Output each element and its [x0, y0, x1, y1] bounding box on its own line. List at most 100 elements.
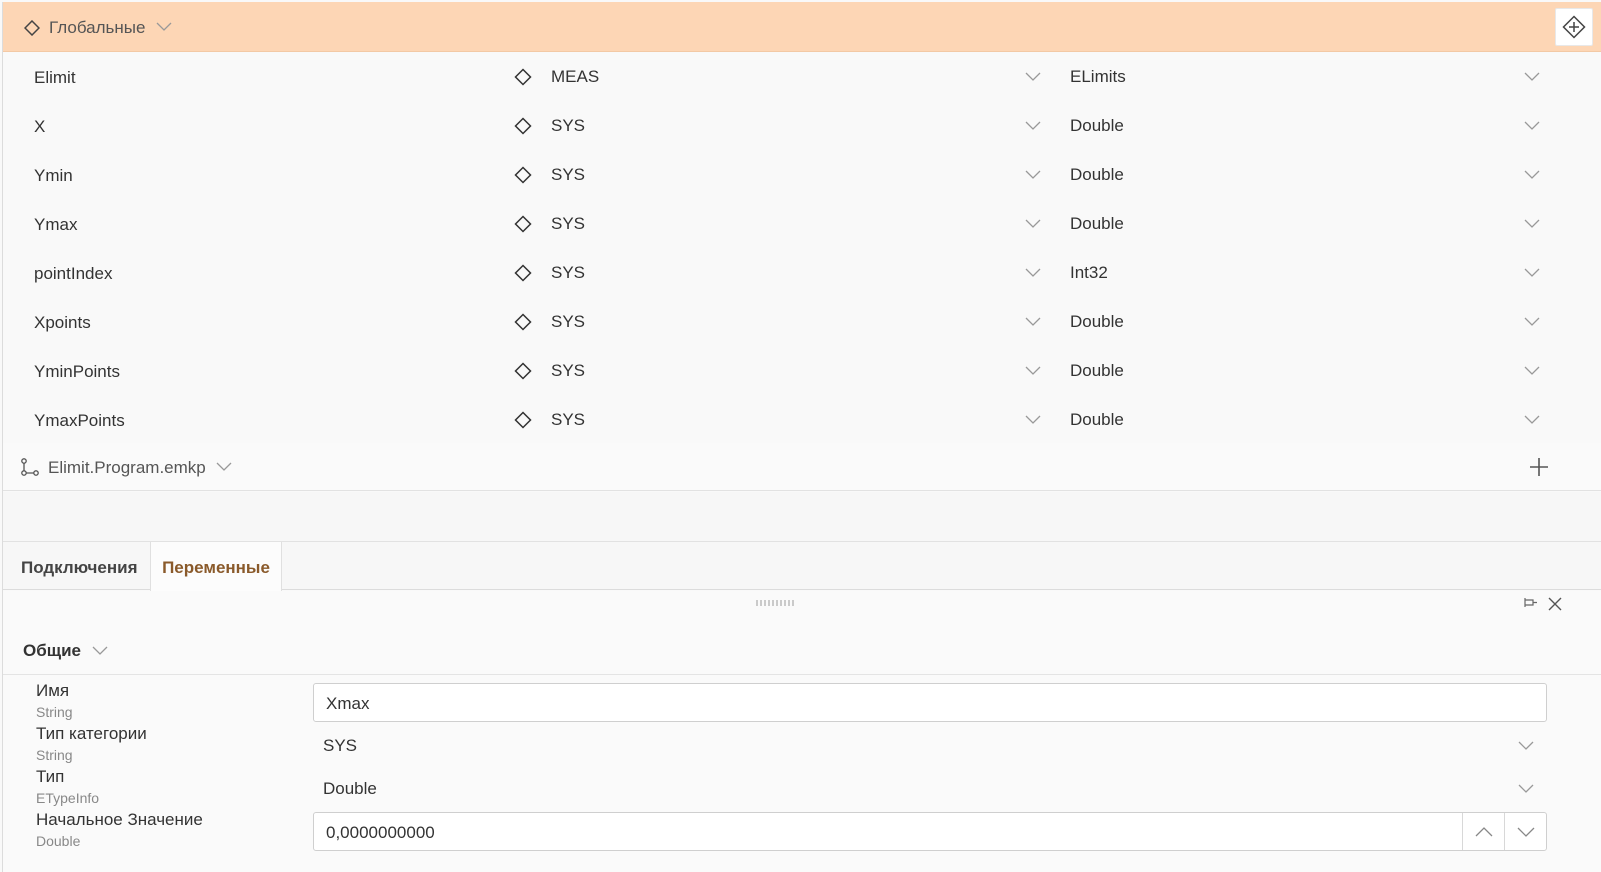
- variable-type-select[interactable]: Double: [1070, 116, 1124, 136]
- variable-type-select[interactable]: Double: [1070, 312, 1124, 332]
- chevron-down-icon[interactable]: [1025, 415, 1041, 425]
- chevron-down-icon[interactable]: [1025, 219, 1041, 229]
- variable-row[interactable]: YminPoints SYS Double: [3, 347, 1601, 396]
- variable-type-select[interactable]: Double: [1070, 214, 1124, 234]
- properties-panel: Общие Имя String Xmax Тип категории Stri…: [3, 591, 1601, 872]
- diamond-icon: [514, 411, 532, 429]
- variable-name[interactable]: pointIndex: [34, 264, 112, 284]
- chevron-down-icon[interactable]: [1524, 366, 1540, 376]
- variable-scope-select[interactable]: SYS: [551, 165, 585, 185]
- diamond-icon: [514, 117, 532, 135]
- variable-scope-select[interactable]: SYS: [551, 361, 585, 381]
- diamond-icon: [514, 215, 532, 233]
- program-name: Elimit.Program.emkp: [48, 458, 206, 477]
- variable-type-select[interactable]: Int32: [1070, 263, 1108, 283]
- chevron-down-icon[interactable]: [156, 22, 172, 32]
- variables-editor: Глобальные Elimit MEAS ELimits X SYS Double Ym…: [2, 2, 1601, 872]
- variable-row[interactable]: pointIndex SYS Int32: [3, 249, 1601, 298]
- chevron-down-icon[interactable]: [1518, 741, 1534, 751]
- variable-name[interactable]: X: [34, 117, 45, 137]
- chevron-down-icon[interactable]: [1025, 366, 1041, 376]
- tab-variables[interactable]: Переменные: [150, 542, 282, 591]
- chevron-down-icon[interactable]: [1025, 72, 1041, 82]
- chevron-down-icon[interactable]: [1025, 121, 1041, 131]
- variable-name[interactable]: YmaxPoints: [34, 411, 125, 431]
- empty-area: [3, 492, 1601, 542]
- variable-scope-select[interactable]: SYS: [551, 263, 585, 283]
- chevron-down-icon[interactable]: [1524, 317, 1540, 327]
- chevron-down-icon: [1517, 827, 1534, 837]
- variable-row[interactable]: Elimit MEAS ELimits: [3, 53, 1601, 102]
- diamond-icon: [514, 264, 532, 282]
- variable-scope-select[interactable]: SYS: [551, 410, 585, 430]
- prop-type-hint: ETypeInfo: [36, 790, 100, 806]
- chevron-down-icon[interactable]: [1524, 121, 1540, 131]
- variable-row[interactable]: Ymax SYS Double: [3, 200, 1601, 249]
- variable-list: Elimit MEAS ELimits X SYS Double Ymin SYS Double…: [3, 53, 1601, 445]
- tab-connections[interactable]: Подключения: [21, 542, 138, 590]
- variable-name[interactable]: Ymin: [34, 166, 73, 186]
- diamond-icon: [514, 313, 532, 331]
- prop-label: Имя: [36, 681, 70, 700]
- variable-row[interactable]: Xpoints SYS Double: [3, 298, 1601, 347]
- add-variable-button[interactable]: [1555, 8, 1593, 46]
- variable-row[interactable]: YmaxPoints SYS Double: [3, 396, 1601, 445]
- variable-name[interactable]: Elimit: [34, 68, 76, 88]
- variable-name[interactable]: Xpoints: [34, 313, 91, 333]
- chevron-down-icon[interactable]: [1518, 784, 1534, 794]
- variable-name[interactable]: YminPoints: [34, 362, 120, 382]
- variable-type-select[interactable]: Double: [1070, 165, 1124, 185]
- chevron-down-icon[interactable]: [92, 646, 108, 656]
- prop-type-hint: String: [36, 704, 73, 720]
- program-header[interactable]: Elimit.Program.emkp: [3, 443, 1601, 491]
- prop-label: Начальное Значение: [36, 810, 203, 829]
- variable-scope-select[interactable]: MEAS: [551, 67, 599, 87]
- diamond-icon: [514, 166, 532, 184]
- prop-type-hint: String: [36, 747, 73, 763]
- bottom-tabs: Подключения Переменные: [3, 542, 1601, 591]
- add-program-icon[interactable]: [1528, 456, 1550, 478]
- variable-type-select[interactable]: Double: [1070, 410, 1124, 430]
- decrement-button[interactable]: [1504, 813, 1546, 850]
- globals-title: Глобальные: [49, 18, 146, 37]
- globals-header[interactable]: Глобальные: [3, 2, 1601, 52]
- variable-name[interactable]: Ymax: [34, 215, 77, 235]
- chevron-down-icon[interactable]: [1025, 170, 1041, 180]
- prop-type-hint: Double: [36, 833, 81, 849]
- chevron-down-icon[interactable]: [1524, 170, 1540, 180]
- variable-type-select[interactable]: Double: [1070, 361, 1124, 381]
- close-icon[interactable]: [1547, 596, 1563, 612]
- chevron-up-icon: [1475, 826, 1492, 836]
- chevron-down-icon[interactable]: [1524, 72, 1540, 82]
- category-select[interactable]: SYS: [323, 736, 357, 756]
- prop-label: Тип: [36, 767, 65, 786]
- chevron-down-icon[interactable]: [1524, 219, 1540, 229]
- initial-value-input[interactable]: 0,0000000000: [313, 812, 1547, 851]
- variable-row[interactable]: X SYS Double: [3, 102, 1601, 151]
- type-select[interactable]: Double: [323, 779, 377, 799]
- prop-label: Тип категории: [36, 724, 147, 743]
- prop-name: Имя String Xmax: [3, 681, 1601, 724]
- chevron-down-icon[interactable]: [1025, 268, 1041, 278]
- chevron-down-icon[interactable]: [1025, 317, 1041, 327]
- variable-type-select[interactable]: ELimits: [1070, 67, 1126, 87]
- diamond-icon: [514, 68, 532, 86]
- chevron-down-icon[interactable]: [1524, 415, 1540, 425]
- chevron-down-icon[interactable]: [1524, 268, 1540, 278]
- increment-button[interactable]: [1462, 813, 1504, 850]
- chevron-down-icon[interactable]: [216, 462, 232, 472]
- branch-icon: [21, 458, 39, 476]
- variable-scope-select[interactable]: SYS: [551, 312, 585, 332]
- pin-icon[interactable]: [1522, 596, 1538, 610]
- name-input[interactable]: Xmax: [313, 683, 1547, 722]
- variable-row[interactable]: Ymin SYS Double: [3, 151, 1601, 200]
- prop-type: Тип ETypeInfo Double: [3, 767, 1601, 810]
- diamond-plus-icon: [1562, 15, 1586, 39]
- resize-grip-icon[interactable]: [755, 599, 795, 607]
- variable-scope-select[interactable]: SYS: [551, 214, 585, 234]
- diamond-icon: [24, 20, 40, 36]
- section-general[interactable]: Общие: [3, 627, 1601, 675]
- initial-value: 0,0000000000: [326, 823, 435, 842]
- variable-scope-select[interactable]: SYS: [551, 116, 585, 136]
- section-title: Общие: [23, 641, 81, 660]
